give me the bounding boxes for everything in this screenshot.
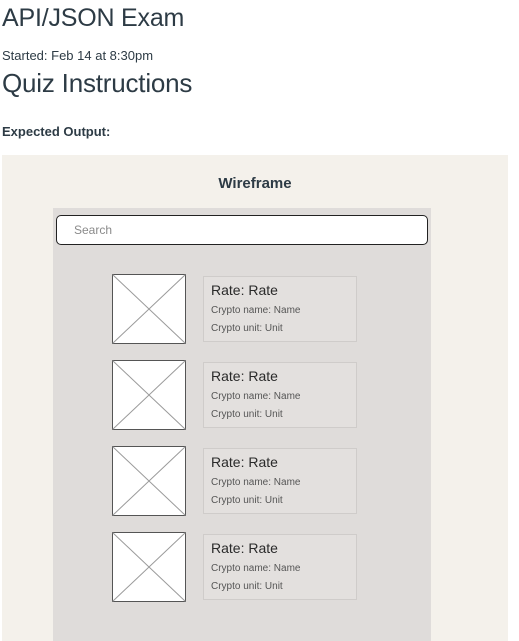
rate-card: Rate: Rate Crypto name: Name Crypto unit… — [203, 448, 357, 514]
wireframe-figure: Wireframe Rate: Rate Crypto name: Name C… — [2, 155, 508, 641]
rate-text: Rate: Rate — [211, 454, 278, 470]
rate-text: Rate: Rate — [211, 368, 278, 384]
crypto-name-text: Crypto name: Name — [211, 305, 301, 316]
search-input[interactable] — [56, 215, 428, 245]
rate-card: Rate: Rate Crypto name: Name Crypto unit… — [203, 534, 357, 600]
list-item: Rate: Rate Crypto name: Name Crypto unit… — [112, 532, 359, 604]
exam-title: API/JSON Exam — [2, 4, 185, 32]
crypto-unit-text: Crypto unit: Unit — [211, 409, 283, 420]
crypto-name-text: Crypto name: Name — [211, 477, 301, 488]
list-item: Rate: Rate Crypto name: Name Crypto unit… — [112, 360, 359, 432]
list-item: Rate: Rate Crypto name: Name Crypto unit… — [112, 274, 359, 346]
wireframe-title: Wireframe — [218, 175, 292, 192]
wireframe-screen: Rate: Rate Crypto name: Name Crypto unit… — [53, 208, 431, 641]
rate-card: Rate: Rate Crypto name: Name Crypto unit… — [203, 276, 357, 342]
started-timestamp: Started: Feb 14 at 8:30pm — [2, 48, 154, 63]
image-placeholder-icon — [112, 360, 186, 430]
expected-output-label: Expected Output: — [2, 124, 111, 139]
section-title: Quiz Instructions — [2, 68, 193, 98]
rate-text: Rate: Rate — [211, 282, 278, 298]
crypto-unit-text: Crypto unit: Unit — [211, 323, 283, 334]
image-placeholder-icon — [112, 532, 186, 602]
rate-card: Rate: Rate Crypto name: Name Crypto unit… — [203, 362, 357, 428]
image-placeholder-icon — [112, 446, 186, 516]
crypto-unit-text: Crypto unit: Unit — [211, 581, 283, 592]
image-placeholder-icon — [112, 274, 186, 344]
crypto-name-text: Crypto name: Name — [211, 563, 301, 574]
crypto-unit-text: Crypto unit: Unit — [211, 495, 283, 506]
rate-text: Rate: Rate — [211, 540, 278, 556]
crypto-name-text: Crypto name: Name — [211, 391, 301, 402]
list-item: Rate: Rate Crypto name: Name Crypto unit… — [112, 446, 359, 518]
